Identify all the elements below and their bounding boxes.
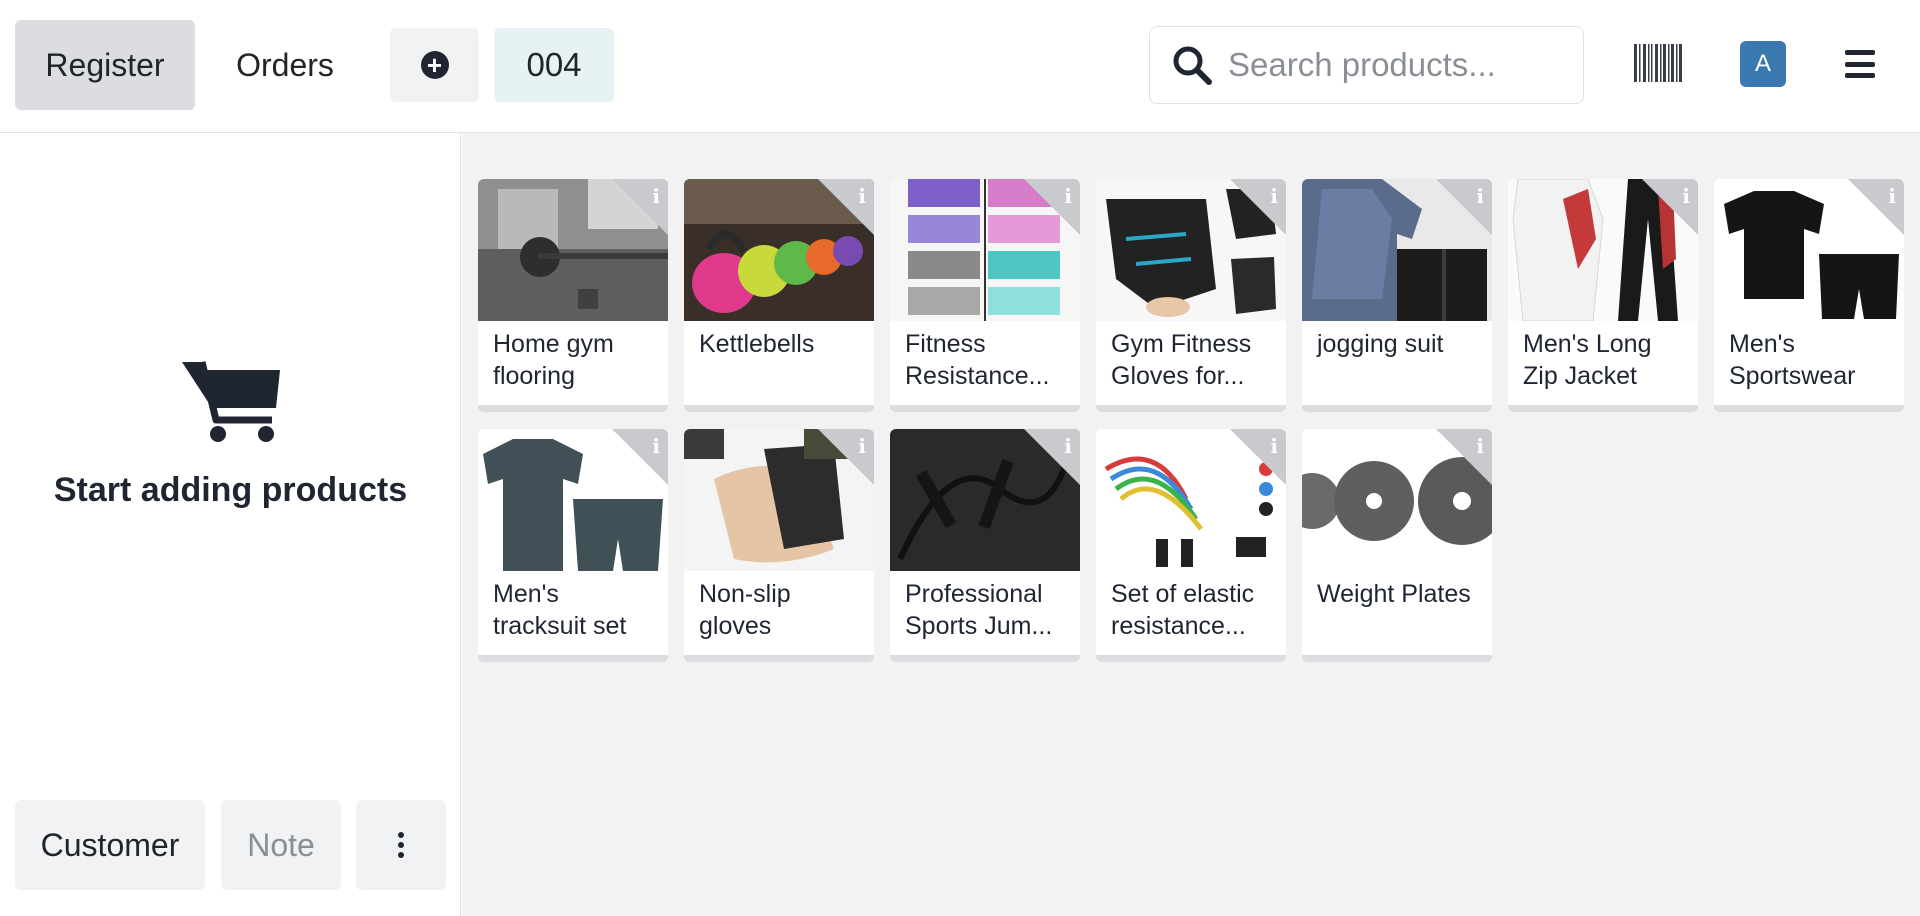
info-icon[interactable]: i [1270, 184, 1278, 208]
plus-circle-icon: + [420, 51, 449, 79]
product-card[interactable]: i Kettlebells [684, 179, 874, 412]
product-card[interactable]: i Gym Fitness Gloves for... [1096, 179, 1286, 412]
info-icon[interactable]: i [1064, 434, 1072, 458]
product-card[interactable]: i Men's tracksuit set [478, 429, 668, 662]
product-card[interactable]: i Non-slip gloves [684, 429, 874, 662]
customer-button[interactable]: Customer [15, 800, 205, 890]
product-name: Gym Fitness Gloves for... [1111, 330, 1252, 390]
product-card[interactable]: i Home gym flooring [478, 179, 668, 412]
product-name: Men's Long Zip Jacket [1523, 330, 1652, 390]
current-order-tab[interactable]: 004 [494, 28, 614, 102]
note-button[interactable]: Note [221, 800, 341, 890]
product-search[interactable] [1149, 26, 1584, 104]
product-card[interactable]: i jogging suit [1302, 179, 1492, 412]
info-icon[interactable]: i [858, 184, 866, 208]
product-card[interactable]: i Men's Long Zip Jacket [1508, 179, 1698, 412]
info-icon[interactable]: i [1476, 184, 1484, 208]
product-name: Professional Sports Jum... [905, 580, 1053, 640]
empty-cart-state: Start adding products [0, 358, 461, 511]
info-icon[interactable]: i [1476, 434, 1484, 458]
product-name: Weight Plates [1317, 580, 1471, 608]
menu-icon[interactable] [1845, 50, 1875, 78]
product-name: Non-slip gloves [699, 580, 791, 640]
empty-cart-message: Start adding products [53, 471, 408, 509]
info-icon[interactable]: i [652, 184, 660, 208]
product-card[interactable]: i Weight Plates [1302, 429, 1492, 662]
info-icon[interactable]: i [1888, 184, 1896, 208]
more-actions-button[interactable] [356, 800, 446, 890]
new-order-button[interactable]: + [390, 28, 479, 102]
info-icon[interactable]: i [858, 434, 866, 458]
top-navbar: Register Orders + 004 A [0, 0, 1920, 133]
product-name: jogging suit [1317, 330, 1444, 358]
product-card[interactable]: i Men's Sportswear [1714, 179, 1904, 412]
search-icon [1173, 46, 1212, 85]
info-icon[interactable]: i [1682, 184, 1690, 208]
product-card[interactable]: i Professional Sports Jum... [890, 429, 1080, 662]
product-name: Men's Sportswear [1729, 330, 1856, 390]
product-name: Set of elastic resistance... [1111, 580, 1255, 640]
user-avatar[interactable]: A [1740, 41, 1786, 87]
product-card[interactable]: i Fitness Resistance... [890, 179, 1080, 412]
product-name: Kettlebells [699, 330, 815, 358]
shopping-cart-icon [181, 361, 280, 442]
info-icon[interactable]: i [1270, 434, 1278, 458]
product-name: Fitness Resistance... [905, 330, 1050, 390]
register-tab[interactable]: Register [15, 20, 195, 110]
order-panel: Start adding products Customer Note [0, 133, 461, 916]
search-input[interactable] [1228, 46, 1568, 84]
product-name: Home gym flooring [493, 330, 614, 390]
vertical-dots-icon [398, 832, 404, 838]
barcode-icon[interactable] [1634, 44, 1682, 82]
info-icon[interactable]: i [1064, 184, 1072, 208]
product-card[interactable]: i Set of elastic resistance... [1096, 429, 1286, 662]
product-list: i Home gym flooring i Kettlebells i Fitn… [462, 133, 1920, 916]
product-name: Men's tracksuit set [493, 580, 627, 640]
info-icon[interactable]: i [652, 434, 660, 458]
orders-tab[interactable]: Orders [212, 20, 358, 110]
